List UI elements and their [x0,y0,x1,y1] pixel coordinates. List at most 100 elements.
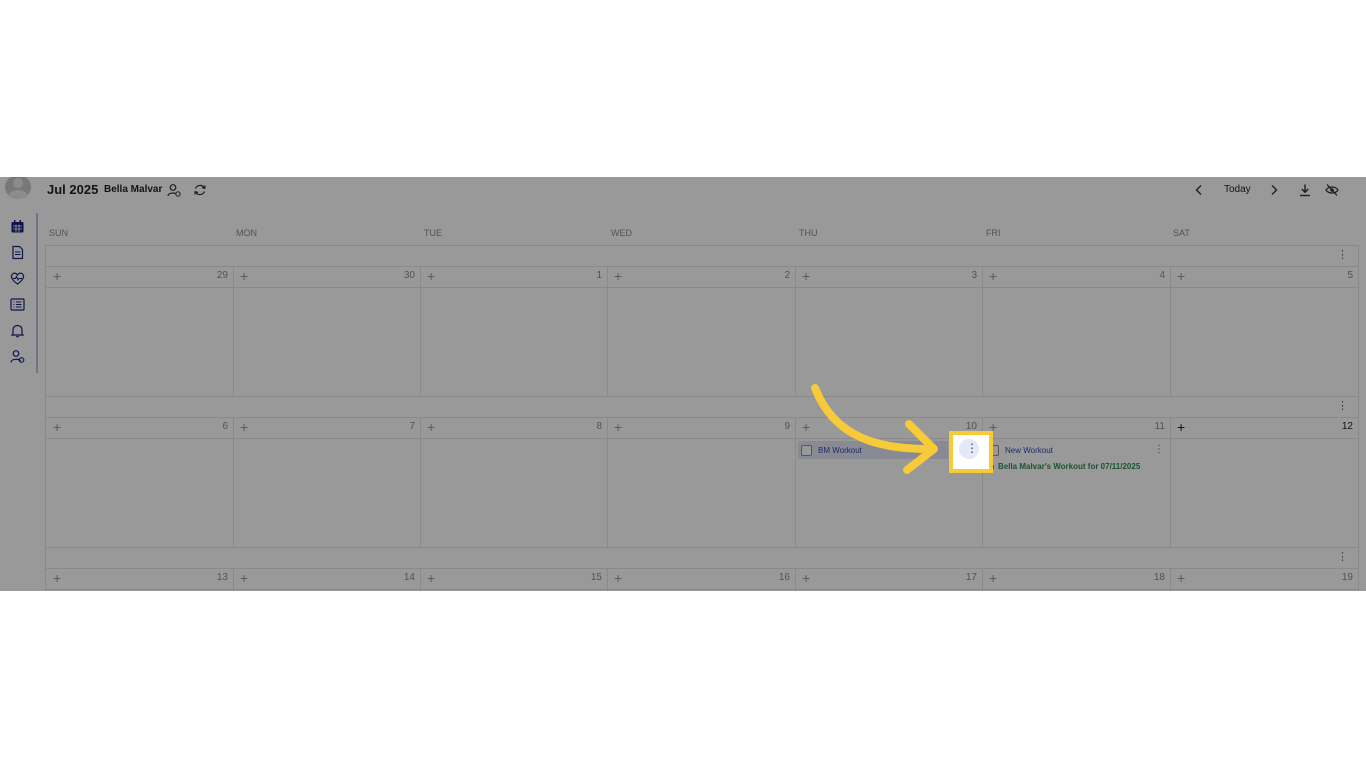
weekday-sun: SUN [49,228,69,238]
day-number: 8 [596,421,602,432]
day-cell[interactable]: +11 New Workout ⋮ Bella Malvar's Workout… [982,417,1171,547]
add-event-icon[interactable]: + [427,268,435,284]
weekday-mon: MON [236,228,257,238]
event-bm-workout[interactable]: BM Workout [798,441,948,459]
add-event-icon[interactable]: + [53,419,61,435]
day-cell[interactable]: +7 [233,417,421,547]
add-event-icon[interactable]: + [427,419,435,435]
day-cell[interactable]: +14 [233,568,421,591]
event-menu-icon[interactable]: ⋮ [1154,445,1164,455]
day-cell[interactable]: +5 [1170,266,1358,396]
day-cell[interactable]: +16 [607,568,796,591]
day-number: 19 [1341,572,1353,583]
month-year-title: Jul 2025 [47,182,99,197]
day-cell[interactable]: +19 [1170,568,1358,591]
add-event-icon[interactable]: + [53,570,61,586]
day-number: 11 [1154,421,1165,432]
all-day-row: ⋮ [46,245,1358,267]
day-number: 17 [965,572,977,583]
day-number: 1 [596,270,602,281]
completed-workout-label: Bella Malvar's Workout for 07/11/2025 [998,462,1141,471]
day-cell[interactable]: +29 [46,266,234,396]
document-icon[interactable] [10,245,25,260]
add-event-icon[interactable]: + [1177,570,1185,586]
add-event-icon[interactable]: + [989,570,997,586]
day-number: 29 [216,270,228,281]
add-event-icon[interactable]: + [240,268,248,284]
day-cell[interactable]: +2 [607,266,796,396]
day-cell[interactable]: +30 [233,266,421,396]
hide-icon[interactable] [1325,183,1339,197]
day-number: 30 [403,270,415,281]
client-name: Bella Malvar [104,184,163,195]
day-number: 13 [216,572,228,583]
day-cell[interactable]: +8 [420,417,608,547]
user-settings-icon[interactable] [10,349,25,364]
day-cell[interactable]: +9 [607,417,796,547]
weekday-thu: THU [799,228,818,238]
event-title: New Workout [1005,445,1053,455]
completed-workout[interactable]: Bella Malvar's Workout for 07/11/2025 [988,462,1140,471]
day-number: 18 [1153,572,1165,583]
today-button[interactable]: Today [1224,184,1251,195]
kebab-menu-icon[interactable]: ⋮ [966,442,978,454]
calendar-grid: ⋮ +29 +30 +1 +2 +3 +4 +5 ⋮ +6 +7 +8 +9 +… [45,245,1359,591]
day-cell[interactable]: +17 [795,568,983,591]
add-event-icon[interactable]: + [1177,268,1185,284]
day-cell[interactable]: +6 [46,417,234,547]
day-cell[interactable]: +3 [795,266,983,396]
add-event-icon[interactable]: + [53,268,61,284]
day-number: 2 [784,270,790,281]
event-checkbox[interactable] [801,444,812,456]
add-event-icon[interactable]: + [240,419,248,435]
weekday-tue: TUE [424,228,442,238]
day-number: 15 [590,572,602,583]
bell-icon[interactable] [10,323,25,338]
prev-chevron-icon[interactable] [1192,183,1206,197]
add-event-icon[interactable]: + [802,570,810,586]
day-number: 6 [222,421,228,432]
next-chevron-icon[interactable] [1267,183,1281,197]
add-event-icon[interactable]: + [989,268,997,284]
heart-pulse-icon[interactable] [10,271,25,286]
weekday-sat: SAT [1173,228,1190,238]
download-icon[interactable] [1298,183,1312,197]
add-event-icon[interactable]: + [427,570,435,586]
list-icon[interactable] [10,297,25,312]
calendar-icon[interactable] [10,219,25,234]
day-cell[interactable]: +15 [420,568,608,591]
day-cell[interactable]: +4 [982,266,1171,396]
day-cell[interactable]: +18 [982,568,1171,591]
weekday-wed: WED [611,228,632,238]
day-number: 5 [1347,270,1353,281]
day-number: 7 [409,421,415,432]
week-menu-icon[interactable]: ⋮ [1337,399,1348,413]
add-event-icon[interactable]: + [614,570,622,586]
week-menu-icon[interactable]: ⋮ [1337,550,1348,564]
day-number: 3 [971,270,977,281]
all-day-row: ⋮ [46,547,1358,569]
day-number: 16 [778,572,790,583]
day-number: 9 [784,421,790,432]
add-event-icon[interactable]: + [240,570,248,586]
day-number: 14 [403,572,415,583]
header: Jul 2025 Bella Malvar Today [0,177,1366,213]
add-event-icon[interactable]: + [614,268,622,284]
refresh-icon[interactable] [193,183,207,197]
add-event-icon[interactable]: + [614,419,622,435]
calendar-app: Jul 2025 Bella Malvar Today SUN MON TUE … [0,177,1366,591]
day-cell[interactable]: +12 [1170,417,1358,547]
day-cell[interactable]: +13 [46,568,234,591]
week-menu-icon[interactable]: ⋮ [1337,248,1348,262]
add-event-icon[interactable]: + [1177,419,1185,435]
sidebar [0,213,38,373]
assign-user-icon[interactable] [167,183,181,197]
add-event-icon[interactable]: + [802,268,810,284]
add-event-icon[interactable]: + [802,419,810,435]
event-new-workout[interactable]: New Workout [988,441,1138,459]
event-title: BM Workout [818,445,862,455]
avatar[interactable] [5,177,31,199]
all-day-row: ⋮ [46,396,1358,418]
day-cell[interactable]: +1 [420,266,608,396]
day-number: 12 [1341,421,1353,432]
